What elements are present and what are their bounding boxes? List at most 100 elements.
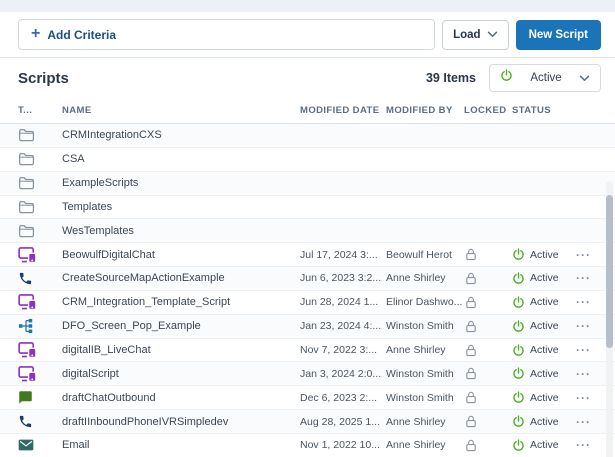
dfo-icon [18,318,62,334]
scrollbar-thumb[interactable] [606,195,613,348]
row-modified-by: Anne Shirley [386,416,464,428]
lock-icon [464,271,512,286]
power-icon [512,296,525,309]
new-script-button-label: New Script [529,29,588,41]
row-menu-button[interactable]: ··· [576,438,604,452]
power-icon [512,248,525,261]
folder-icon [18,200,62,214]
table-row[interactable]: CreateSourceMapActionExample Jun 6, 2023… [0,267,615,291]
email-icon [18,438,62,452]
row-status: Active [512,367,576,380]
row-modified-by: Winston Smith [386,320,464,332]
row-name: Templates [62,201,300,213]
plus-icon: + [31,26,40,42]
row-menu-button[interactable]: ··· [576,271,604,285]
table-row[interactable]: Templates [0,196,615,220]
row-name: CRMIntegrationCXS [62,129,300,141]
items-count: 39 Items [426,71,476,85]
table-row[interactable]: WesTemplates [0,219,615,243]
row-modified-by: Winston Smith [386,392,464,404]
add-criteria-label: Add Criteria [47,28,116,42]
table-row[interactable]: draftIInboundPhoneIVRSimpledev Aug 28, 2… [0,410,615,434]
table-row[interactable]: CRMIntegrationCXS [0,124,615,148]
row-name: draftChatOutbound [62,392,300,404]
table-row[interactable]: draftChatOutbound Dec 6, 2023 2:... Wins… [0,386,615,410]
row-modified-date: Dec 6, 2023 2:... [300,392,386,404]
toolbar: + Add Criteria Load New Script [0,12,615,57]
row-menu-button[interactable]: ··· [576,343,604,357]
row-modified-date: Nov 7, 2022 3:... [300,344,386,356]
power-icon [512,344,525,357]
row-name: WesTemplates [62,225,300,237]
row-name: BeowulfDigitalChat [62,249,300,261]
new-script-button[interactable]: New Script [516,20,601,50]
column-header-type[interactable]: T... [18,105,62,116]
status-filter-value: Active [522,72,570,84]
row-menu-button[interactable]: ··· [576,248,604,262]
row-modified-by: Anne Shirley [386,439,464,451]
power-icon [512,272,525,285]
status-filter-dropdown[interactable]: Active [489,64,601,92]
power-icon [512,320,525,333]
table-row[interactable]: Email Nov 1, 2022 10... Anne Shirley Act… [0,434,615,457]
power-icon [512,415,525,428]
column-header-status[interactable]: STATUS [512,105,576,116]
row-menu-button[interactable]: ··· [576,391,604,405]
chevron-down-icon [487,29,498,41]
table-body: CRMIntegrationCXS CSA ExampleScripts Tem… [0,124,615,457]
table-row[interactable]: CSA [0,148,615,172]
row-menu-button[interactable]: ··· [576,295,604,309]
row-status: Active [512,391,576,404]
row-modified-by: Beowulf Herot [386,249,464,261]
folder-icon [18,152,62,166]
folder-icon [18,176,62,190]
load-button[interactable]: Load [442,20,508,50]
load-button-label: Load [453,29,480,41]
vertical-scrollbar[interactable] [606,181,613,457]
row-modified-date: Jun 6, 2023 3:2... [300,272,386,284]
power-icon [512,391,525,404]
row-menu-button[interactable]: ··· [576,367,604,381]
table-row[interactable]: digitalIB_LiveChat Nov 7, 2022 3:... Ann… [0,339,615,363]
table-row[interactable]: CRM_Integration_Template_Script Jun 28, … [0,291,615,315]
row-name: CreateSourceMapActionExample [62,272,300,284]
lock-icon [464,247,512,262]
table-row[interactable]: DFO_Screen_Pop_Example Jan 23, 2024 4:..… [0,315,615,339]
row-modified-by: Anne Shirley [386,272,464,284]
table-row[interactable]: ExampleScripts [0,172,615,196]
table-header-row: T... NAME MODIFIED DATE MODIFIED BY LOCK… [0,98,615,124]
scripts-panel-header: Scripts 39 Items Active [0,58,615,98]
table-row[interactable]: BeowulfDigitalChat Jul 17, 2024 3:... Be… [0,243,615,267]
row-modified-date: Aug 28, 2025 1... [300,416,386,428]
row-menu-button[interactable]: ··· [576,319,604,333]
row-modified-date: Jan 3, 2024 2:0... [300,368,386,380]
column-header-locked[interactable]: LOCKED [464,105,512,116]
add-criteria-input[interactable]: + Add Criteria [18,19,435,50]
folder-icon [18,128,62,142]
row-status: Active [512,296,576,309]
lock-icon [464,390,512,405]
row-menu-button[interactable]: ··· [576,415,604,429]
row-modified-date: Jul 17, 2024 3:... [300,249,386,261]
column-header-modified-date[interactable]: MODIFIED DATE [300,105,386,116]
row-status: Active [512,272,576,285]
lock-icon [464,295,512,310]
table-row[interactable]: digitalScript Jan 3, 2024 2:0... Winston… [0,362,615,386]
lock-icon [464,414,512,429]
row-modified-by: Winston Smith [386,368,464,380]
column-header-name[interactable]: NAME [62,105,300,116]
row-status: Active [512,344,576,357]
digital-icon [18,341,62,359]
digital-icon [18,293,62,311]
phone-icon [18,414,62,429]
row-status: Active [512,248,576,261]
row-name: draftIInboundPhoneIVRSimpledev [62,416,300,428]
lock-icon [464,343,512,358]
chat-icon [18,390,62,405]
phone-icon [18,271,62,286]
row-modified-date: Jun 28, 2024 1... [300,296,386,308]
column-header-modified-by[interactable]: MODIFIED BY [386,105,464,116]
row-modified-by: Elinor Dashwo... [386,296,464,308]
row-name: Email [62,439,300,451]
page-top-strip [0,0,615,12]
